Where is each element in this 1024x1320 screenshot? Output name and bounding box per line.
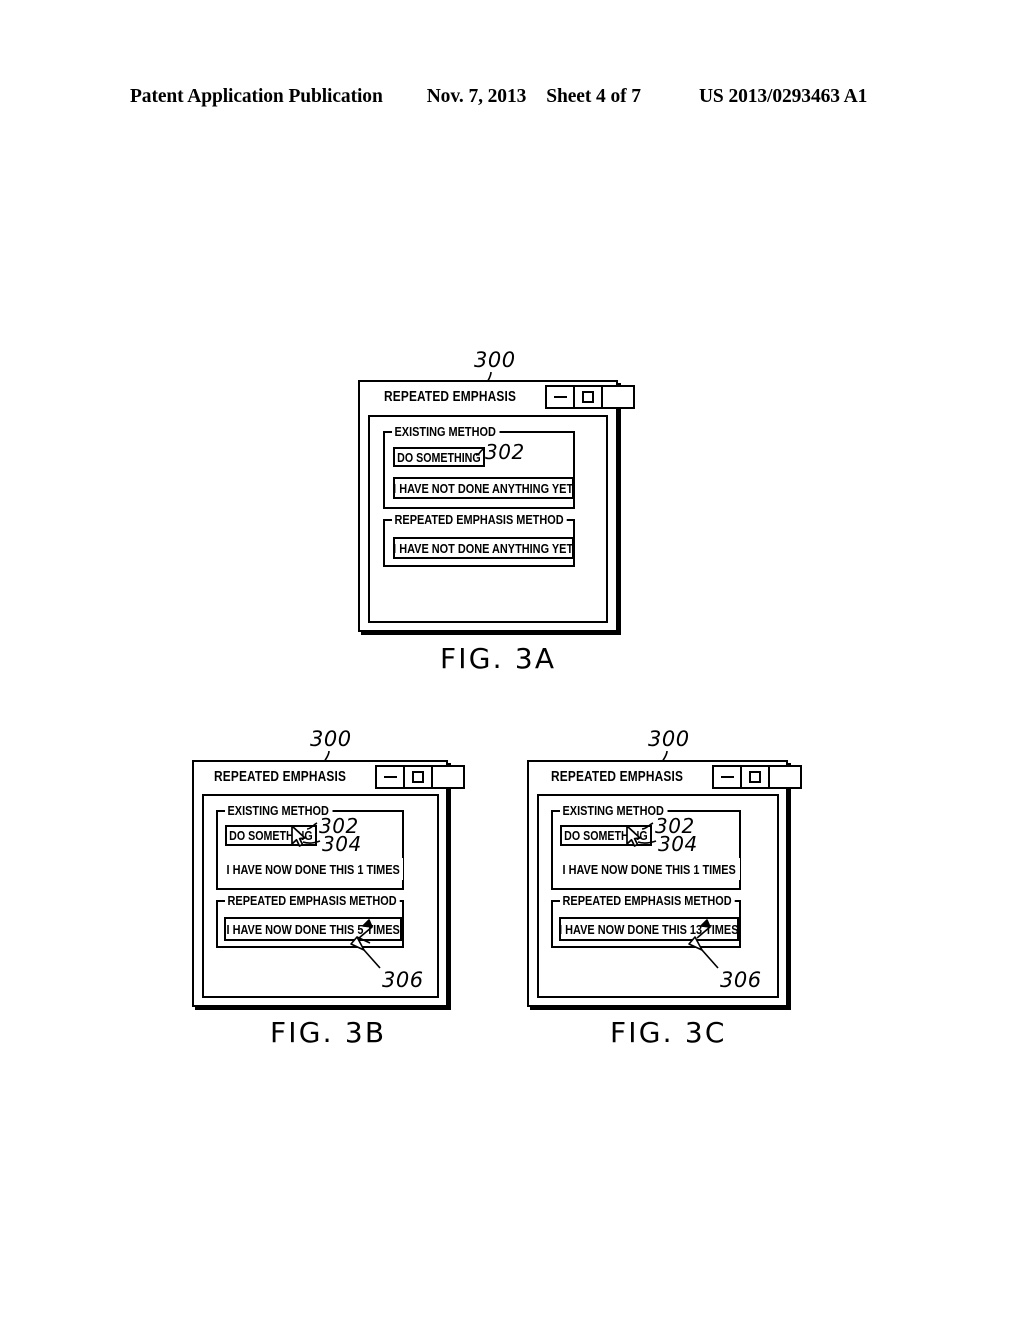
groupbox-legend-existing-method-3a: EXISTING METHOD: [392, 424, 500, 439]
minimize-button-3c[interactable]: [714, 767, 743, 787]
maximize-button-3c[interactable]: [742, 767, 771, 787]
publication-label: Patent Application Publication: [130, 86, 383, 107]
groupbox-repeated-emphasis-3b: REPEATED EMPHASIS METHOD I HAVE NOW DONE…: [216, 893, 404, 948]
status-box-existing-3c: I HAVE NOW DONE THIS 1 TIMES: [558, 858, 740, 880]
groupbox-existing-method-3b: EXISTING METHOD DO SOMETHING I HAVE NOW …: [216, 803, 404, 890]
figure-3b: 300 REPEATED EMPHASIS EXISTING METHOD DO…: [192, 727, 466, 1049]
window-frame-3c: REPEATED EMPHASIS EXISTING METHOD DO SOM…: [527, 760, 803, 1007]
status-box-repeated-3b: I HAVE NOW DONE THIS 5 TIMES: [224, 917, 402, 941]
groupbox-legend-existing-method-3c: EXISTING METHOD: [560, 803, 668, 818]
window-controls-3b: [375, 765, 466, 789]
page-header: Patent Application Publication Nov. 7, 2…: [130, 86, 894, 112]
window-title-3b: REPEATED EMPHASIS: [214, 769, 347, 785]
close-button-3c[interactable]: [770, 767, 801, 787]
status-text-repeated-3c: I HAVE NOW DONE THIS 13 TIMES: [559, 921, 739, 937]
figure-3c: 300 REPEATED EMPHASIS EXISTING METHOD DO…: [527, 727, 803, 1049]
patent-number: US 2013/0293463 A1: [698, 86, 868, 107]
client-area-3a: EXISTING METHOD DO SOMETHING I HAVE NOT …: [368, 415, 608, 623]
figure-caption-3b: FIG. 3B: [270, 1016, 387, 1049]
maximize-icon: [749, 771, 762, 783]
groupbox-existing-method-3c: EXISTING METHOD DO SOMETHING I HAVE NOW …: [551, 803, 741, 890]
window-title-3a: REPEATED EMPHASIS: [384, 389, 517, 405]
close-icon: [441, 770, 456, 785]
do-something-button-3a[interactable]: DO SOMETHING: [393, 447, 485, 467]
groupbox-legend-existing-method-3b: EXISTING METHOD: [225, 803, 333, 818]
reference-numeral-304-3c: 304: [658, 832, 698, 856]
groupbox-existing-method-3a: EXISTING METHOD DO SOMETHING I HAVE NOT …: [383, 424, 575, 509]
maximize-button-3b[interactable]: [405, 767, 434, 787]
status-box-repeated-3c: I HAVE NOW DONE THIS 13 TIMES: [559, 917, 739, 941]
figure-caption-3a: FIG. 3A: [440, 642, 557, 675]
figure-caption-3c: FIG. 3C: [610, 1016, 727, 1049]
groupbox-legend-repeated-emphasis-3b: REPEATED EMPHASIS METHOD: [225, 893, 400, 908]
window-title-3c: REPEATED EMPHASIS: [551, 769, 684, 785]
status-box-repeated-3a: I HAVE NOT DONE ANYTHING YET: [393, 537, 574, 559]
window-controls-3a: [545, 385, 636, 409]
do-something-button-3b[interactable]: DO SOMETHING: [225, 825, 317, 846]
minimize-button-3a[interactable]: [547, 387, 576, 407]
status-text-existing-3b: I HAVE NOW DONE THIS 1 TIMES: [226, 861, 400, 877]
sheet-number: Sheet 4 of 7: [546, 86, 641, 107]
reference-numeral-300: 300: [474, 348, 516, 372]
close-button-3a[interactable]: [603, 387, 634, 407]
do-something-button-label-3a: DO SOMETHING: [397, 449, 481, 465]
client-area-3c: EXISTING METHOD DO SOMETHING I HAVE NOW …: [537, 794, 779, 998]
close-button-3b[interactable]: [433, 767, 464, 787]
status-text-existing-3c: I HAVE NOW DONE THIS 1 TIMES: [562, 861, 736, 877]
status-text-existing-3a: I HAVE NOT DONE ANYTHING YET: [393, 480, 574, 496]
title-bar-3b[interactable]: REPEATED EMPHASIS: [194, 762, 466, 792]
groupbox-repeated-emphasis-3c: REPEATED EMPHASIS METHOD I HAVE NOW DONE…: [551, 893, 741, 948]
publication-date: Nov. 7, 2013: [426, 86, 527, 107]
title-bar-3c[interactable]: REPEATED EMPHASIS: [529, 762, 803, 792]
figure-3a: 300 REPEATED EMPHASIS EXISTING METHOD DO…: [358, 348, 636, 675]
minimize-icon: [553, 396, 567, 398]
maximize-icon: [412, 771, 425, 783]
minimize-icon: [383, 776, 397, 778]
close-icon: [778, 770, 793, 785]
reference-numeral-306-3c: 306: [720, 968, 762, 992]
reference-numeral-306-3b: 306: [382, 968, 424, 992]
groupbox-legend-repeated-emphasis-3a: REPEATED EMPHASIS METHOD: [392, 512, 567, 527]
status-box-existing-3b: I HAVE NOW DONE THIS 1 TIMES: [223, 858, 403, 880]
reference-numeral-304-3b: 304: [322, 832, 362, 856]
do-something-button-label-3b: DO SOMETHING: [229, 828, 313, 843]
window-frame-3b: REPEATED EMPHASIS EXISTING METHOD DO SOM…: [192, 760, 466, 1007]
window-controls-3c: [712, 765, 803, 789]
minimize-button-3b[interactable]: [377, 767, 406, 787]
close-icon: [611, 390, 626, 405]
do-something-button-3c[interactable]: DO SOMETHING: [560, 825, 652, 846]
status-text-repeated-3a: I HAVE NOT DONE ANYTHING YET: [393, 540, 574, 556]
reference-numeral-300-3c: 300: [648, 727, 690, 751]
do-something-button-label-3c: DO SOMETHING: [564, 828, 648, 843]
groupbox-legend-repeated-emphasis-3c: REPEATED EMPHASIS METHOD: [560, 893, 735, 908]
maximize-icon: [582, 391, 595, 403]
status-text-repeated-3b: I HAVE NOW DONE THIS 5 TIMES: [226, 921, 400, 937]
maximize-button-3a[interactable]: [575, 387, 604, 407]
window-frame-3a: REPEATED EMPHASIS EXISTING METHOD DO SOM…: [358, 380, 636, 632]
status-box-existing-3a: I HAVE NOT DONE ANYTHING YET: [393, 477, 574, 499]
minimize-icon: [720, 776, 734, 778]
reference-numeral-300-3b: 300: [310, 727, 352, 751]
client-area-3b: EXISTING METHOD DO SOMETHING I HAVE NOW …: [202, 794, 439, 998]
groupbox-repeated-emphasis-3a: REPEATED EMPHASIS METHOD I HAVE NOT DONE…: [383, 512, 575, 567]
title-bar-3a[interactable]: REPEATED EMPHASIS: [360, 382, 636, 412]
reference-numeral-302-3a: 302: [485, 440, 525, 464]
